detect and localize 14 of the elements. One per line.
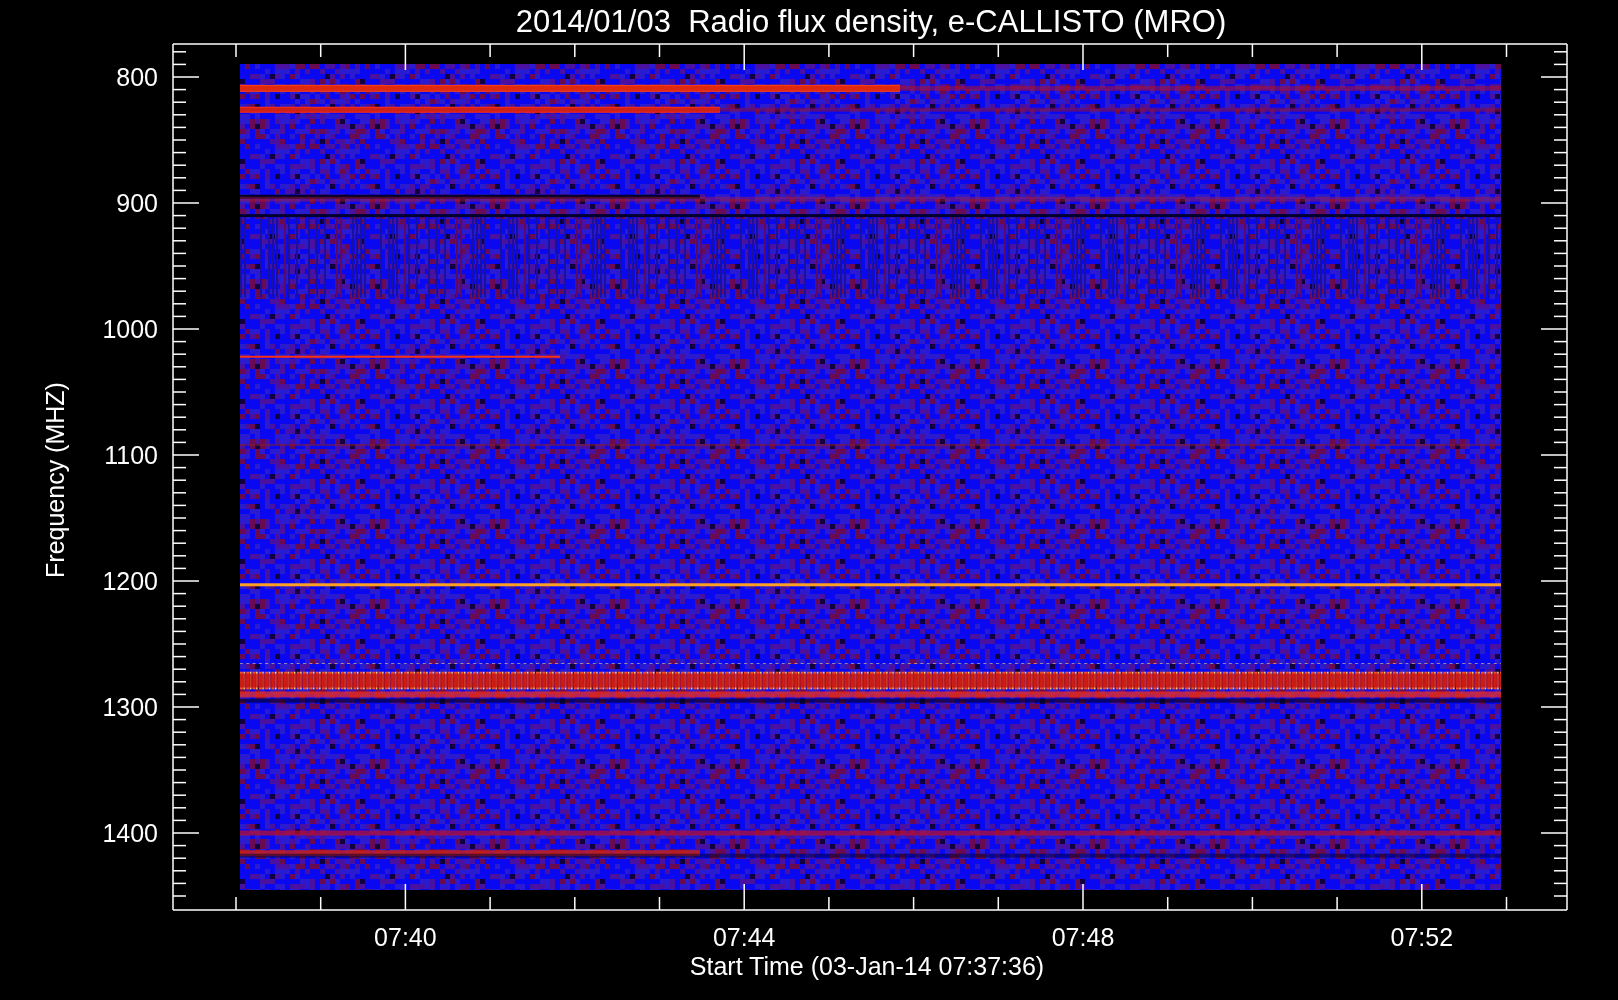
axis-tick-label: 1200 [102, 567, 158, 595]
chart-title: 2014/01/03 Radio flux density, e-CALLISTO (MRO) [515, 4, 1227, 39]
axis-label: Frequency (MHZ) [41, 382, 69, 578]
axis-tick-label: 1300 [102, 693, 158, 721]
axis-label: Start Time (03-Jan-14 07:37:36) [689, 952, 1045, 980]
axis-tick-label: 1100 [104, 441, 158, 469]
axis-tick-label: 07:48 [1051, 923, 1115, 951]
axis-tick-label: 900 [116, 189, 158, 217]
axis-tick-label: 800 [116, 63, 158, 91]
axis-tick-label: 07:52 [1390, 923, 1454, 951]
axis-tick-label: 07:44 [712, 923, 776, 951]
axis-tick-label: 1000 [102, 315, 158, 343]
axis-tick-label: 07:40 [374, 923, 437, 951]
axis-tick-label: 1400 [102, 819, 158, 847]
